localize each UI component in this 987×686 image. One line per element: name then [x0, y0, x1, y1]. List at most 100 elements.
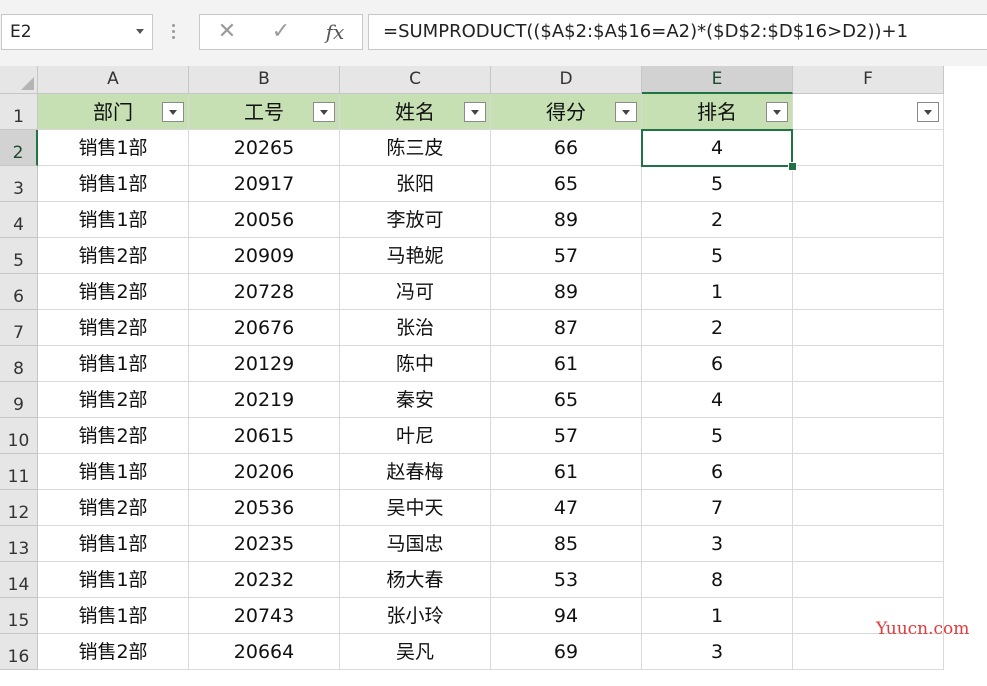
cell[interactable]	[793, 382, 944, 418]
cell[interactable]: 销售2部	[38, 238, 189, 274]
cell[interactable]: 20728	[189, 274, 340, 310]
cell[interactable]: 销售2部	[38, 382, 189, 418]
cell[interactable]	[793, 490, 944, 526]
row-header[interactable]: 8	[0, 346, 38, 382]
cell[interactable]	[793, 634, 944, 670]
cell[interactable]: 66	[491, 130, 642, 166]
cell[interactable]: 销售1部	[38, 526, 189, 562]
cell[interactable]: 销售1部	[38, 130, 189, 166]
cell[interactable]: 6	[642, 346, 793, 382]
header-cell-employee-id[interactable]: 工号	[189, 94, 340, 130]
column-header-b[interactable]: B	[189, 66, 340, 94]
filter-dropdown-icon[interactable]	[464, 102, 486, 122]
cell[interactable]: 2	[642, 310, 793, 346]
select-all-button[interactable]	[0, 66, 38, 94]
cell[interactable]: 冯可	[340, 274, 491, 310]
row-header[interactable]: 12	[0, 490, 38, 526]
cell[interactable]	[793, 310, 944, 346]
header-cell-f[interactable]	[793, 94, 944, 130]
formula-input[interactable]: =SUMPRODUCT(($A$2:$A$16=A2)*($D$2:$D$16>…	[368, 14, 987, 50]
header-cell-rank[interactable]: 排名	[642, 94, 793, 130]
cell[interactable]: 87	[491, 310, 642, 346]
row-header[interactable]: 11	[0, 454, 38, 490]
filter-dropdown-icon[interactable]	[766, 102, 788, 122]
insert-function-icon[interactable]: fx	[320, 15, 350, 49]
cell[interactable]: 销售1部	[38, 166, 189, 202]
cell[interactable]: 53	[491, 562, 642, 598]
name-box[interactable]: E2	[1, 14, 153, 50]
cell[interactable]: 陈中	[340, 346, 491, 382]
cell[interactable]: 61	[491, 454, 642, 490]
cell[interactable]	[793, 418, 944, 454]
cell[interactable]: 2	[642, 202, 793, 238]
row-header[interactable]: 15	[0, 598, 38, 634]
cell[interactable]: 20664	[189, 634, 340, 670]
cell[interactable]: 杨大春	[340, 562, 491, 598]
cell[interactable]: 销售1部	[38, 346, 189, 382]
cell[interactable]: 李放可	[340, 202, 491, 238]
cell[interactable]: 47	[491, 490, 642, 526]
cell[interactable]	[793, 526, 944, 562]
cell[interactable]: 20743	[189, 598, 340, 634]
enter-icon[interactable]: ✓	[266, 15, 296, 49]
cell[interactable]: 叶尼	[340, 418, 491, 454]
cell[interactable]: 20615	[189, 418, 340, 454]
row-header[interactable]: 10	[0, 418, 38, 454]
cell[interactable]: 5	[642, 418, 793, 454]
cell[interactable]: 85	[491, 526, 642, 562]
header-cell-name[interactable]: 姓名	[340, 94, 491, 130]
cell[interactable]: 65	[491, 382, 642, 418]
cell[interactable]: 20235	[189, 526, 340, 562]
cell[interactable]: 5	[642, 166, 793, 202]
cell[interactable]: 89	[491, 274, 642, 310]
cell[interactable]: 1	[642, 274, 793, 310]
cell[interactable]: 销售2部	[38, 274, 189, 310]
row-header[interactable]: 9	[0, 382, 38, 418]
cell[interactable]: 20206	[189, 454, 340, 490]
cell[interactable]: 20536	[189, 490, 340, 526]
cell[interactable]	[793, 130, 944, 166]
row-header[interactable]: 3	[0, 166, 38, 202]
cell[interactable]: 张阳	[340, 166, 491, 202]
filter-dropdown-icon[interactable]	[313, 102, 335, 122]
row-header[interactable]: 7	[0, 310, 38, 346]
cell[interactable]	[793, 562, 944, 598]
cell[interactable]: 20917	[189, 166, 340, 202]
row-header[interactable]: 14	[0, 562, 38, 598]
filter-dropdown-icon[interactable]	[162, 102, 184, 122]
cell[interactable]: 销售1部	[38, 598, 189, 634]
row-header[interactable]: 16	[0, 634, 38, 670]
row-header[interactable]: 5	[0, 238, 38, 274]
cell[interactable]: 20265	[189, 130, 340, 166]
column-header-e[interactable]: E	[642, 66, 793, 94]
drag-handle-icon[interactable]	[172, 22, 176, 42]
cell[interactable]: 5	[642, 238, 793, 274]
cell[interactable]	[793, 274, 944, 310]
cell[interactable]: 销售2部	[38, 418, 189, 454]
cell[interactable]: 65	[491, 166, 642, 202]
cell[interactable]: 销售1部	[38, 562, 189, 598]
column-header-a[interactable]: A	[38, 66, 189, 94]
header-cell-department[interactable]: 部门	[38, 94, 189, 130]
cell[interactable]: 吴中天	[340, 490, 491, 526]
cell[interactable]: 57	[491, 418, 642, 454]
cell[interactable]	[793, 346, 944, 382]
cell[interactable]: 7	[642, 490, 793, 526]
cell[interactable]: 销售1部	[38, 202, 189, 238]
cell[interactable]: 8	[642, 562, 793, 598]
cell[interactable]: 3	[642, 634, 793, 670]
header-cell-score[interactable]: 得分	[491, 94, 642, 130]
column-header-f[interactable]: F	[793, 66, 944, 94]
cell[interactable]: 销售1部	[38, 454, 189, 490]
cell[interactable]: 秦安	[340, 382, 491, 418]
cell[interactable]: 张小玲	[340, 598, 491, 634]
cell[interactable]: 69	[491, 634, 642, 670]
cell[interactable]: 89	[491, 202, 642, 238]
cell[interactable]: 61	[491, 346, 642, 382]
cell[interactable]: 20232	[189, 562, 340, 598]
cell[interactable]: 4	[642, 382, 793, 418]
row-header[interactable]: 1	[0, 94, 38, 130]
cell[interactable]: 20909	[189, 238, 340, 274]
cell[interactable]: 57	[491, 238, 642, 274]
cell[interactable]: 3	[642, 526, 793, 562]
